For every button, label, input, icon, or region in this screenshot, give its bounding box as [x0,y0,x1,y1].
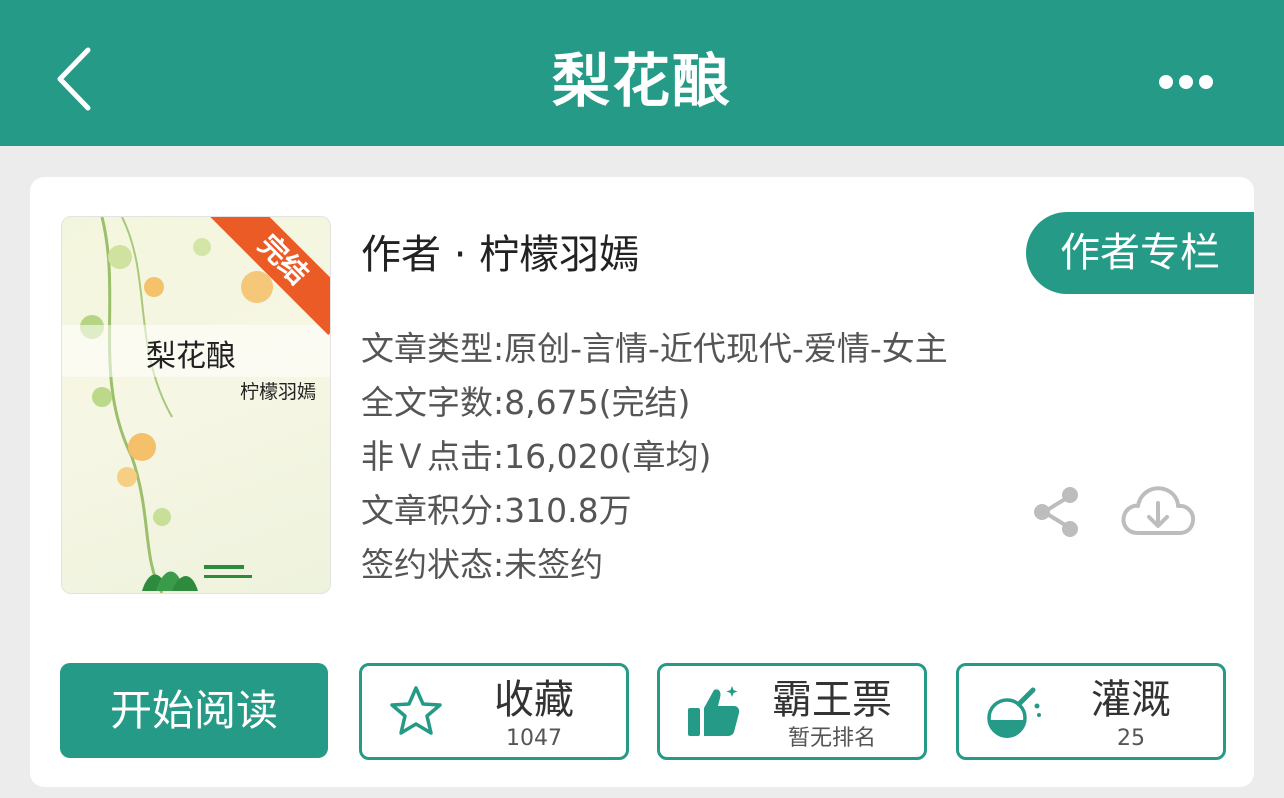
top-bar: 梨花酿 [0,0,1284,146]
book-cover[interactable]: 梨花酿 柠檬羽嫣 完结 [61,216,331,594]
share-button[interactable] [1032,485,1080,539]
author-column-button[interactable]: 作者专栏 [1026,212,1254,294]
water-count: 25 [1117,726,1145,751]
page-title: 梨花酿 [551,47,732,115]
author-line[interactable]: 作者 · 柠檬羽嫣 [361,227,639,283]
vote-button[interactable]: 霸王票 暂无排名 [657,663,927,760]
flask-icon [987,687,1041,738]
cloud-download-icon [1121,486,1196,535]
meta-clicks: 非Ｖ点击:16,020(章均) [361,437,712,476]
more-dots-icon [1159,75,1213,89]
collect-count: 1047 [506,726,562,751]
meta-sign-status: 签约状态:未签约 [361,545,604,584]
water-button[interactable]: 灌溉 25 [956,663,1226,760]
vote-label: 霸王票 [772,677,892,723]
book-info-card: 梨花酿 柠檬羽嫣 完结 作者 · 柠檬羽嫣 作者专栏 文章类型:原创-言情-近代… [30,177,1254,787]
meta-score: 文章积分:310.8万 [361,491,632,530]
book-meta: 文章类型:原创-言情-近代现代-爱情-女主 全文字数:8,675(完结) 非Ｖ点… [361,322,948,592]
thumbs-up-icon [688,686,740,736]
water-label: 灌溉 [1091,677,1171,723]
vote-ranking: 暂无排名 [787,726,876,751]
more-button[interactable] [1158,72,1214,92]
meta-word-count: 全文字数:8,675(完结) [361,383,691,422]
download-button[interactable] [1120,481,1196,541]
cover-title: 梨花酿 [146,339,236,374]
share-icon [1034,487,1078,537]
star-icon [390,686,442,735]
collect-label: 收藏 [494,677,574,723]
cover-author: 柠檬羽嫣 [239,381,316,403]
meta-genre: 文章类型:原创-言情-近代现代-爱情-女主 [361,329,948,368]
start-reading-button[interactable]: 开始阅读 [60,663,328,758]
publisher-logo [142,565,252,591]
collect-button[interactable]: 收藏 1047 [359,663,629,760]
